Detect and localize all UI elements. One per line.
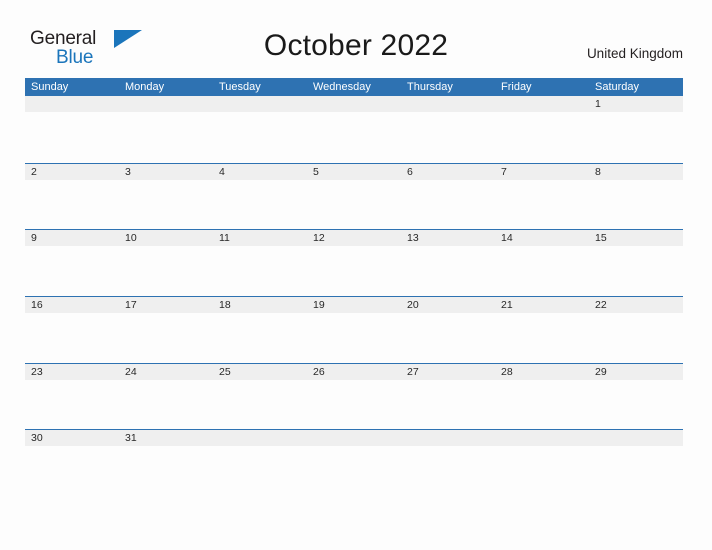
region-label: United Kingdom [586, 46, 683, 61]
week-note-area[interactable] [25, 446, 683, 497]
day-cell[interactable] [307, 96, 401, 112]
day-cell[interactable]: 10 [119, 230, 213, 246]
week-row: 23 24 25 26 27 28 29 [25, 362, 683, 430]
week-row: 9 10 11 12 13 14 15 [25, 229, 683, 297]
page-header: General Blue October 2022 United Kingdom [0, 0, 712, 76]
day-cell[interactable] [213, 430, 307, 446]
week-date-strip: 9 10 11 12 13 14 15 [25, 230, 683, 247]
day-header-wednesday: Wednesday [313, 81, 371, 93]
day-cell[interactable] [401, 96, 495, 112]
day-cell[interactable] [25, 96, 119, 112]
day-header-monday: Monday [125, 81, 165, 93]
day-cell[interactable]: 12 [307, 230, 401, 246]
day-cell[interactable]: 1 [589, 96, 683, 112]
day-cell[interactable]: 14 [495, 230, 589, 246]
week-note-area[interactable] [25, 179, 683, 230]
day-cell[interactable]: 21 [495, 297, 589, 313]
day-cell[interactable]: 11 [213, 230, 307, 246]
week-row: 1 [25, 96, 683, 163]
day-cell[interactable]: 19 [307, 297, 401, 313]
day-cell[interactable]: 25 [213, 364, 307, 380]
day-cell[interactable] [495, 96, 589, 112]
day-cell[interactable]: 2 [25, 164, 119, 180]
week-date-strip: 1 [25, 96, 683, 112]
day-cell[interactable] [401, 430, 495, 446]
day-header-tuesday: Tuesday [219, 81, 261, 93]
day-header-saturday: Saturday [595, 81, 640, 93]
day-cell[interactable]: 18 [213, 297, 307, 313]
week-row: 30 31 [25, 429, 683, 497]
day-cell[interactable]: 6 [401, 164, 495, 180]
day-cell[interactable]: 20 [401, 297, 495, 313]
day-header-sunday: Sunday [31, 81, 69, 93]
day-cell[interactable]: 16 [25, 297, 119, 313]
week-date-strip: 30 31 [25, 430, 683, 447]
day-header-thursday: Thursday [407, 81, 453, 93]
week-date-strip: 23 24 25 26 27 28 29 [25, 363, 683, 380]
day-cell[interactable] [213, 96, 307, 112]
week-note-area[interactable] [25, 379, 683, 430]
week-row: 2 3 4 5 6 7 8 [25, 162, 683, 230]
day-cell[interactable] [119, 96, 213, 112]
day-cell[interactable]: 7 [495, 164, 589, 180]
day-cell[interactable]: 3 [119, 164, 213, 180]
day-cell[interactable]: 24 [119, 364, 213, 380]
day-of-week-header-row: Sunday Monday Tuesday Wednesday Thursday… [25, 78, 683, 96]
day-cell[interactable]: 4 [213, 164, 307, 180]
day-cell[interactable]: 5 [307, 164, 401, 180]
day-cell[interactable] [589, 430, 683, 446]
day-cell[interactable] [307, 430, 401, 446]
week-note-area[interactable] [25, 112, 683, 162]
day-cell[interactable]: 28 [495, 364, 589, 380]
day-cell[interactable]: 22 [589, 297, 683, 313]
week-date-strip: 16 17 18 19 20 21 22 [25, 297, 683, 314]
day-cell[interactable]: 15 [589, 230, 683, 246]
day-cell[interactable]: 27 [401, 364, 495, 380]
day-cell[interactable]: 13 [401, 230, 495, 246]
calendar-grid: Sunday Monday Tuesday Wednesday Thursday… [25, 78, 683, 497]
day-cell[interactable]: 9 [25, 230, 119, 246]
week-date-strip: 2 3 4 5 6 7 8 [25, 163, 683, 180]
day-cell[interactable]: 30 [25, 430, 119, 446]
week-note-area[interactable] [25, 246, 683, 297]
day-header-friday: Friday [501, 81, 532, 93]
day-cell[interactable] [495, 430, 589, 446]
day-cell[interactable]: 17 [119, 297, 213, 313]
day-cell[interactable]: 23 [25, 364, 119, 380]
week-row: 16 17 18 19 20 21 22 [25, 296, 683, 364]
day-cell[interactable]: 29 [589, 364, 683, 380]
day-cell[interactable]: 26 [307, 364, 401, 380]
week-note-area[interactable] [25, 313, 683, 364]
day-cell[interactable]: 8 [589, 164, 683, 180]
day-cell[interactable]: 31 [119, 430, 213, 446]
